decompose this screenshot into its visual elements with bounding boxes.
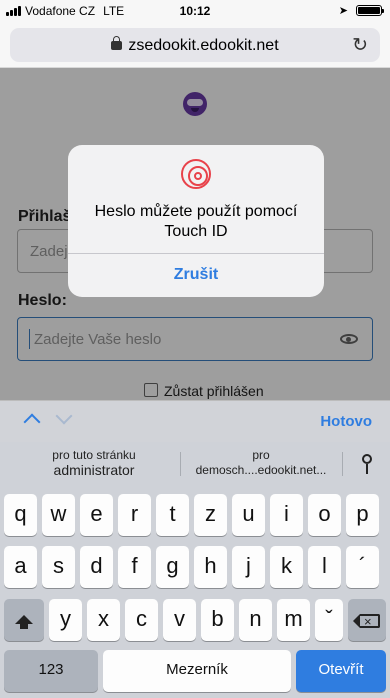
key-d[interactable]: d bbox=[80, 546, 113, 588]
key-c[interactable]: c bbox=[125, 599, 158, 641]
keyboard: pro tuto stránku administrator pro demos… bbox=[0, 442, 390, 698]
key-g[interactable]: g bbox=[156, 546, 189, 588]
backspace-icon bbox=[353, 602, 380, 642]
key-h[interactable]: h bbox=[194, 546, 227, 588]
key-o[interactable]: o bbox=[308, 494, 341, 536]
key-q[interactable]: q bbox=[4, 494, 37, 536]
key-k[interactable]: k bbox=[270, 546, 303, 588]
password-suggestions: pro tuto stránku administrator pro demos… bbox=[0, 442, 390, 486]
suggestion-item[interactable]: pro tuto stránku administrator bbox=[14, 448, 174, 478]
fingerprint-icon bbox=[181, 159, 211, 189]
key-r[interactable]: r bbox=[118, 494, 151, 536]
key-w[interactable]: w bbox=[42, 494, 75, 536]
reload-icon[interactable]: ↻ bbox=[352, 34, 368, 57]
key-z[interactable]: z bbox=[194, 494, 227, 536]
url-display: zsedookit.edookit.net bbox=[10, 36, 380, 55]
battery-icon bbox=[356, 5, 384, 16]
key-y[interactable]: y bbox=[49, 599, 82, 641]
suggestion-value: demosch....edookit.net... bbox=[195, 463, 327, 477]
alert-message: Heslo můžete použít pomocí Touch ID bbox=[94, 203, 298, 240]
done-button[interactable]: Hotovo bbox=[320, 413, 372, 430]
key-acute-accent[interactable]: ´ bbox=[346, 546, 379, 588]
status-right: ➤ bbox=[338, 4, 384, 17]
numbers-key[interactable]: 123 bbox=[4, 650, 98, 692]
suggestion-context: pro tuto stránku bbox=[52, 448, 136, 462]
key-n[interactable]: n bbox=[239, 599, 272, 641]
key-b[interactable]: b bbox=[201, 599, 234, 641]
cancel-button[interactable]: Zrušit bbox=[68, 253, 324, 297]
suggestion-value: administrator bbox=[53, 462, 135, 478]
backspace-key[interactable] bbox=[348, 599, 386, 642]
passwords-key-icon[interactable] bbox=[362, 454, 372, 474]
suggestion-context: pro bbox=[252, 448, 270, 462]
previous-field-chevron-up-icon[interactable] bbox=[23, 413, 41, 431]
go-key[interactable]: Otevřít bbox=[296, 650, 386, 692]
shift-arrow-icon bbox=[15, 615, 33, 629]
key-v[interactable]: v bbox=[163, 599, 196, 641]
lock-icon bbox=[111, 36, 123, 50]
address-bar[interactable]: zsedookit.edookit.net ↻ bbox=[10, 28, 380, 62]
suggestion-divider bbox=[342, 452, 343, 476]
key-f[interactable]: f bbox=[118, 546, 151, 588]
location-arrow-icon: ➤ bbox=[338, 5, 348, 17]
shift-key[interactable] bbox=[4, 599, 44, 641]
key-a[interactable]: a bbox=[4, 546, 37, 588]
key-l[interactable]: l bbox=[308, 546, 341, 588]
key-t[interactable]: t bbox=[156, 494, 189, 536]
suggestion-item[interactable]: pro demosch....edookit.net... bbox=[186, 448, 336, 478]
browser-toolbar: zsedookit.edookit.net ↻ bbox=[0, 22, 390, 68]
key-e[interactable]: e bbox=[80, 494, 113, 536]
suggestion-divider bbox=[180, 452, 181, 476]
key-s[interactable]: s bbox=[42, 546, 75, 588]
clock: 10:12 bbox=[179, 4, 211, 18]
key-j[interactable]: j bbox=[232, 546, 265, 588]
keyboard-accessory-bar: Hotovo bbox=[0, 400, 390, 442]
url-text: zsedookit.edookit.net bbox=[128, 37, 279, 54]
key-caron[interactable]: ˇ bbox=[315, 599, 343, 641]
space-key[interactable]: Mezerník bbox=[103, 650, 291, 692]
key-x[interactable]: x bbox=[87, 599, 120, 641]
status-bar: Vodafone CZ LTE 10:12 ➤ bbox=[0, 0, 390, 22]
key-m[interactable]: m bbox=[277, 599, 310, 641]
next-field-chevron-down-icon[interactable] bbox=[55, 407, 73, 425]
key-u[interactable]: u bbox=[232, 494, 265, 536]
touch-id-alert: Heslo můžete použít pomocí Touch ID Zruš… bbox=[68, 145, 324, 297]
key-i[interactable]: i bbox=[270, 494, 303, 536]
key-p[interactable]: p bbox=[346, 494, 379, 536]
